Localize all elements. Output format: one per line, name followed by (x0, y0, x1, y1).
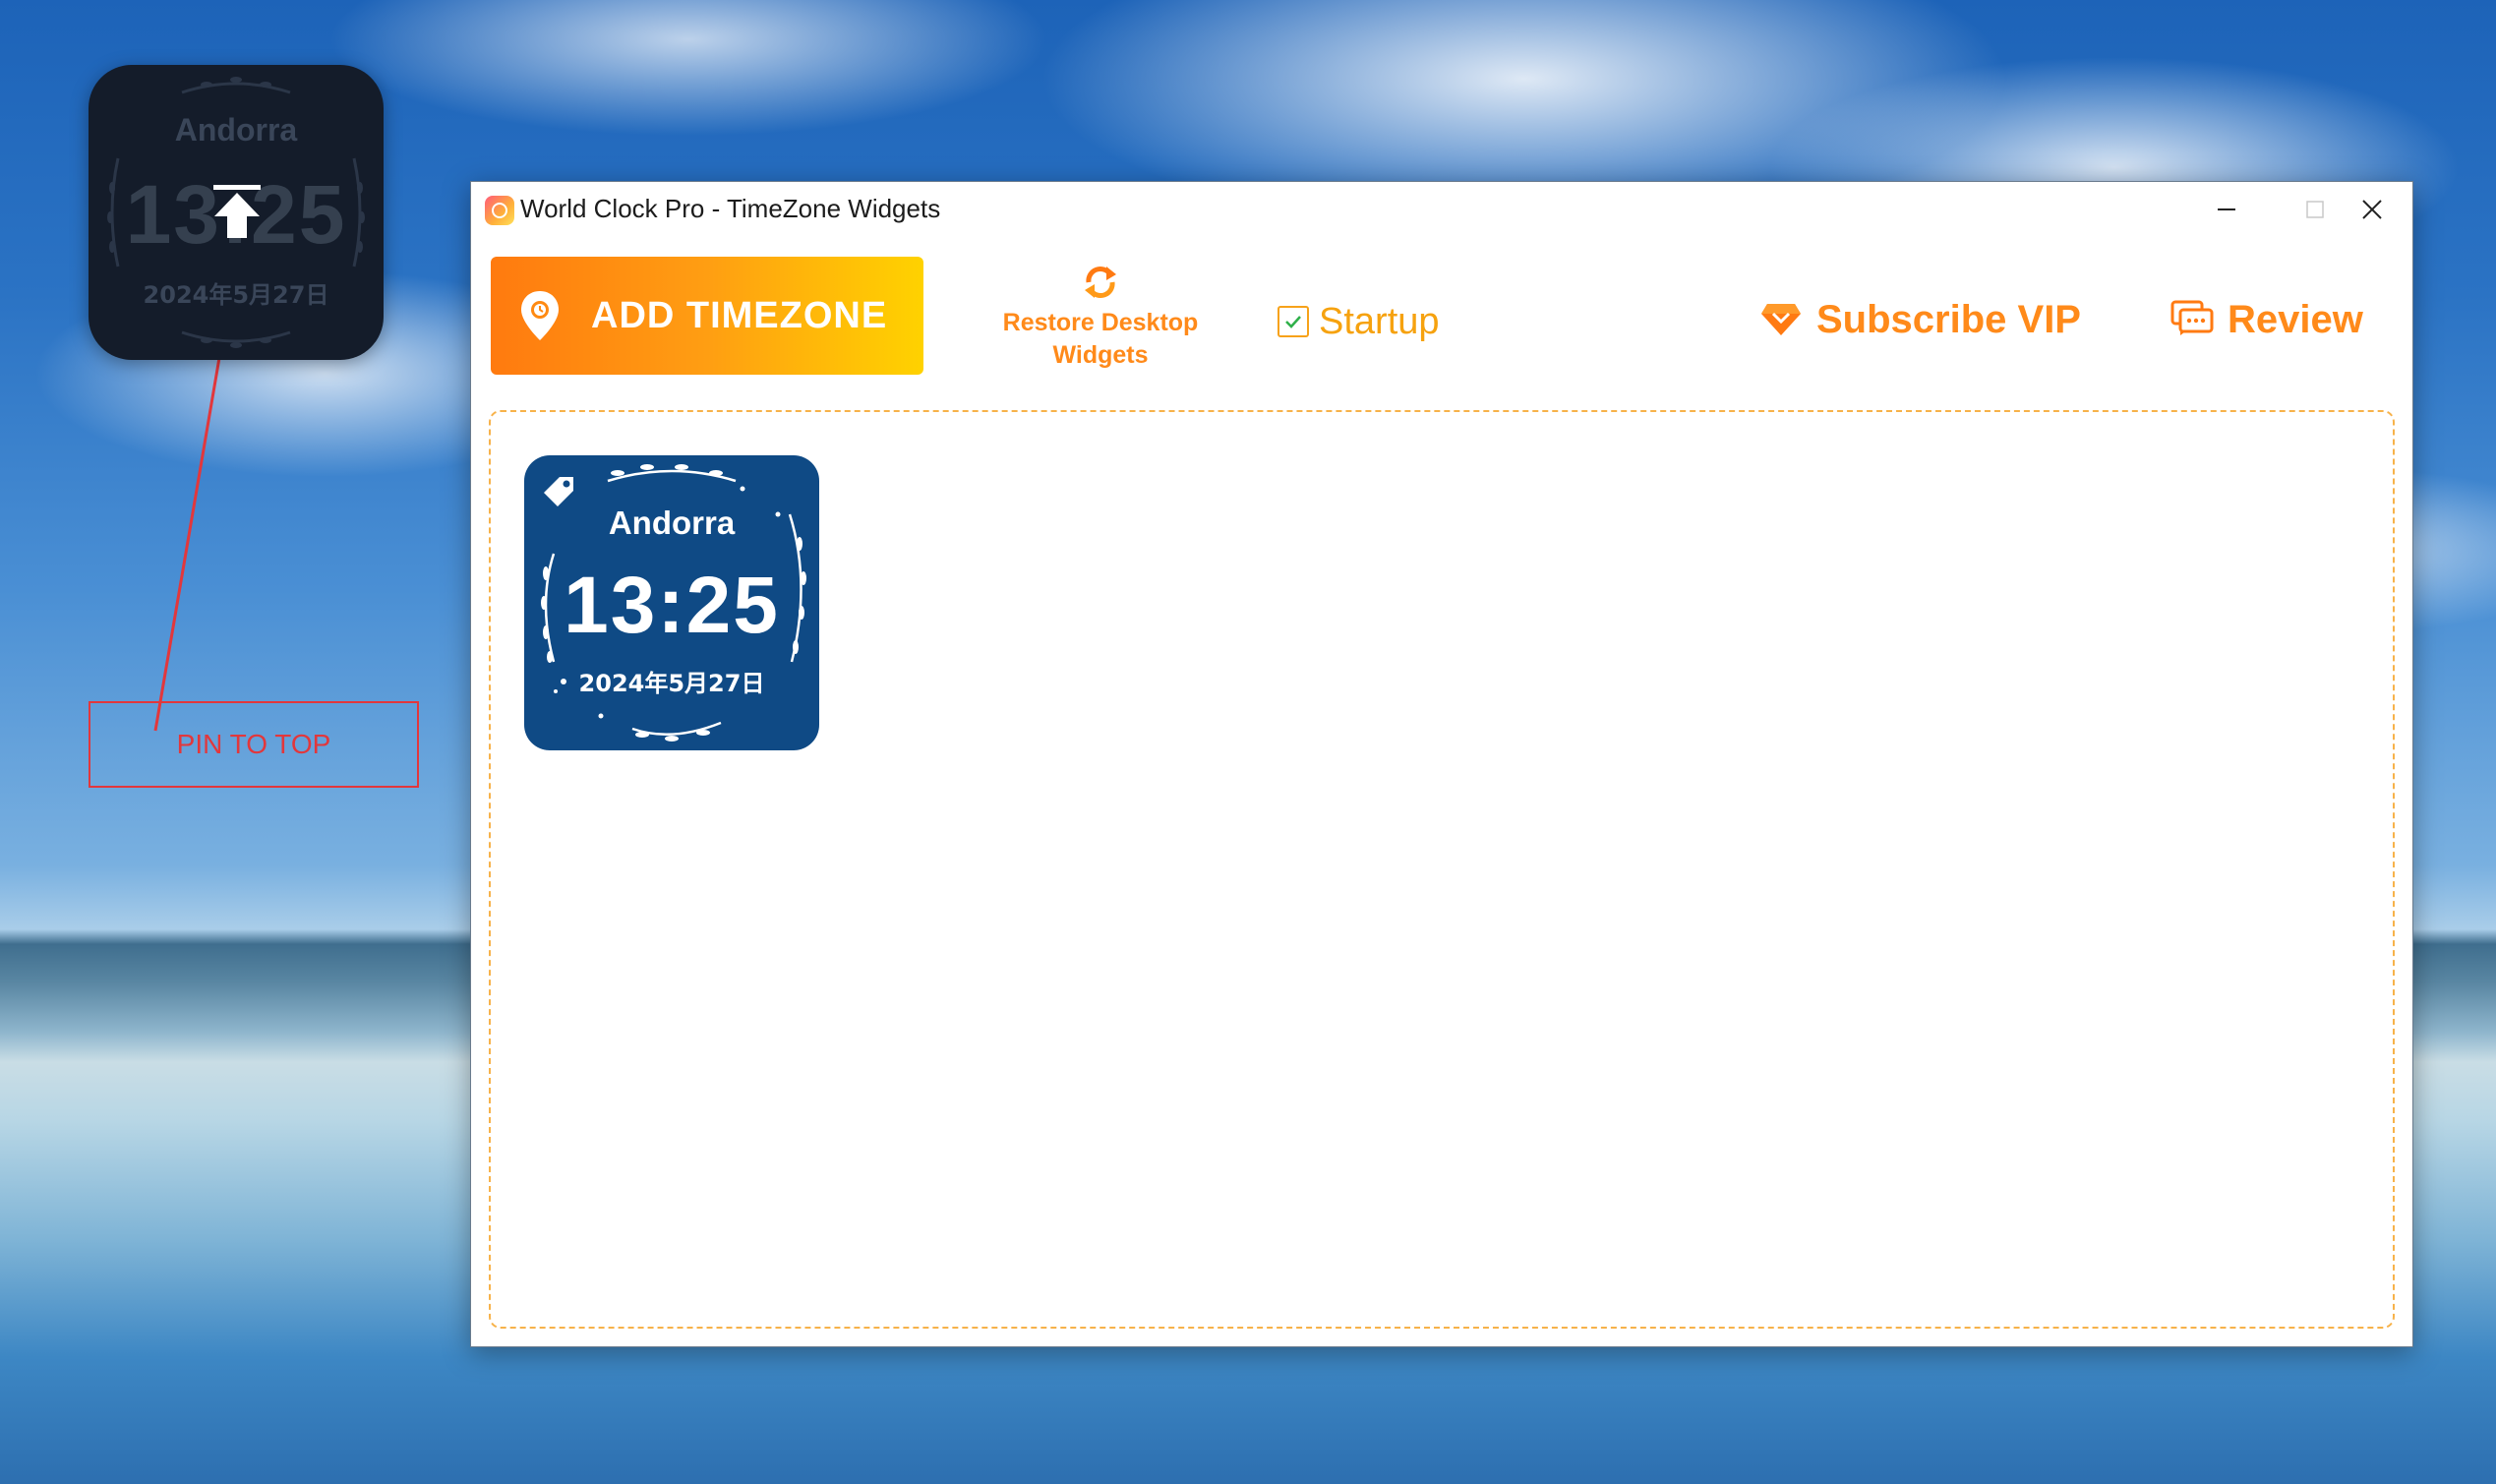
diamond-icon (1761, 304, 1801, 335)
refresh-icon (1085, 267, 1116, 298)
restore-label-line2: Widgets (1052, 341, 1149, 369)
close-icon (2362, 200, 2382, 219)
check-icon (1285, 316, 1301, 328)
subscribe-vip-label: Subscribe VIP (1816, 297, 2081, 341)
close-button[interactable] (2330, 182, 2414, 237)
maximize-icon (2306, 201, 2324, 218)
restore-label-line1: Restore Desktop (1002, 309, 1199, 336)
checkbox[interactable] (1278, 306, 1309, 337)
review-label: Review (2228, 297, 2363, 341)
add-timezone-button[interactable]: ADD TIMEZONE (491, 257, 923, 375)
window-title: World Clock Pro - TimeZone Widgets (520, 194, 941, 223)
widget-time: 13:25 (564, 561, 780, 650)
widget-date: 2024年5月27日 (578, 670, 765, 697)
widget-city: Andorra (608, 505, 736, 541)
timezone-widget-card[interactable]: Andorra 13:25 2024年5月27日 (524, 455, 819, 750)
pin-to-top-icon[interactable] (207, 183, 267, 240)
startup-label: Startup (1319, 300, 1440, 342)
minimize-button[interactable] (2182, 182, 2271, 237)
subscribe-vip-button[interactable]: Subscribe VIP (1759, 288, 2081, 351)
app-logo-icon (485, 196, 514, 225)
widget-list-area: Andorra 13:25 2024年5月27日 (489, 410, 2395, 1329)
app-window: World Clock Pro - TimeZone Widgets ADD T… (470, 181, 2413, 1347)
add-timezone-label: ADD TIMEZONE (591, 294, 888, 336)
minimize-icon (2218, 208, 2235, 210)
pin-to-top-label: PIN TO TOP (176, 729, 331, 759)
desktop-widget-city: Andorra (174, 112, 298, 148)
startup-checkbox[interactable]: Startup (1278, 292, 1440, 351)
restore-desktop-widgets-button[interactable]: Restore Desktop Widgets (973, 263, 1228, 371)
pin-to-top-annotation: PIN TO TOP (89, 701, 419, 788)
title-bar[interactable]: World Clock Pro - TimeZone Widgets (471, 182, 2412, 237)
desktop-widget-date: 2024年5月27日 (143, 281, 329, 309)
toolbar: ADD TIMEZONE Restore Desktop Widgets Sta… (471, 237, 2412, 385)
chat-bubble-icon (2170, 300, 2214, 335)
location-pin-icon (521, 291, 559, 340)
review-button[interactable]: Review (2170, 288, 2363, 351)
